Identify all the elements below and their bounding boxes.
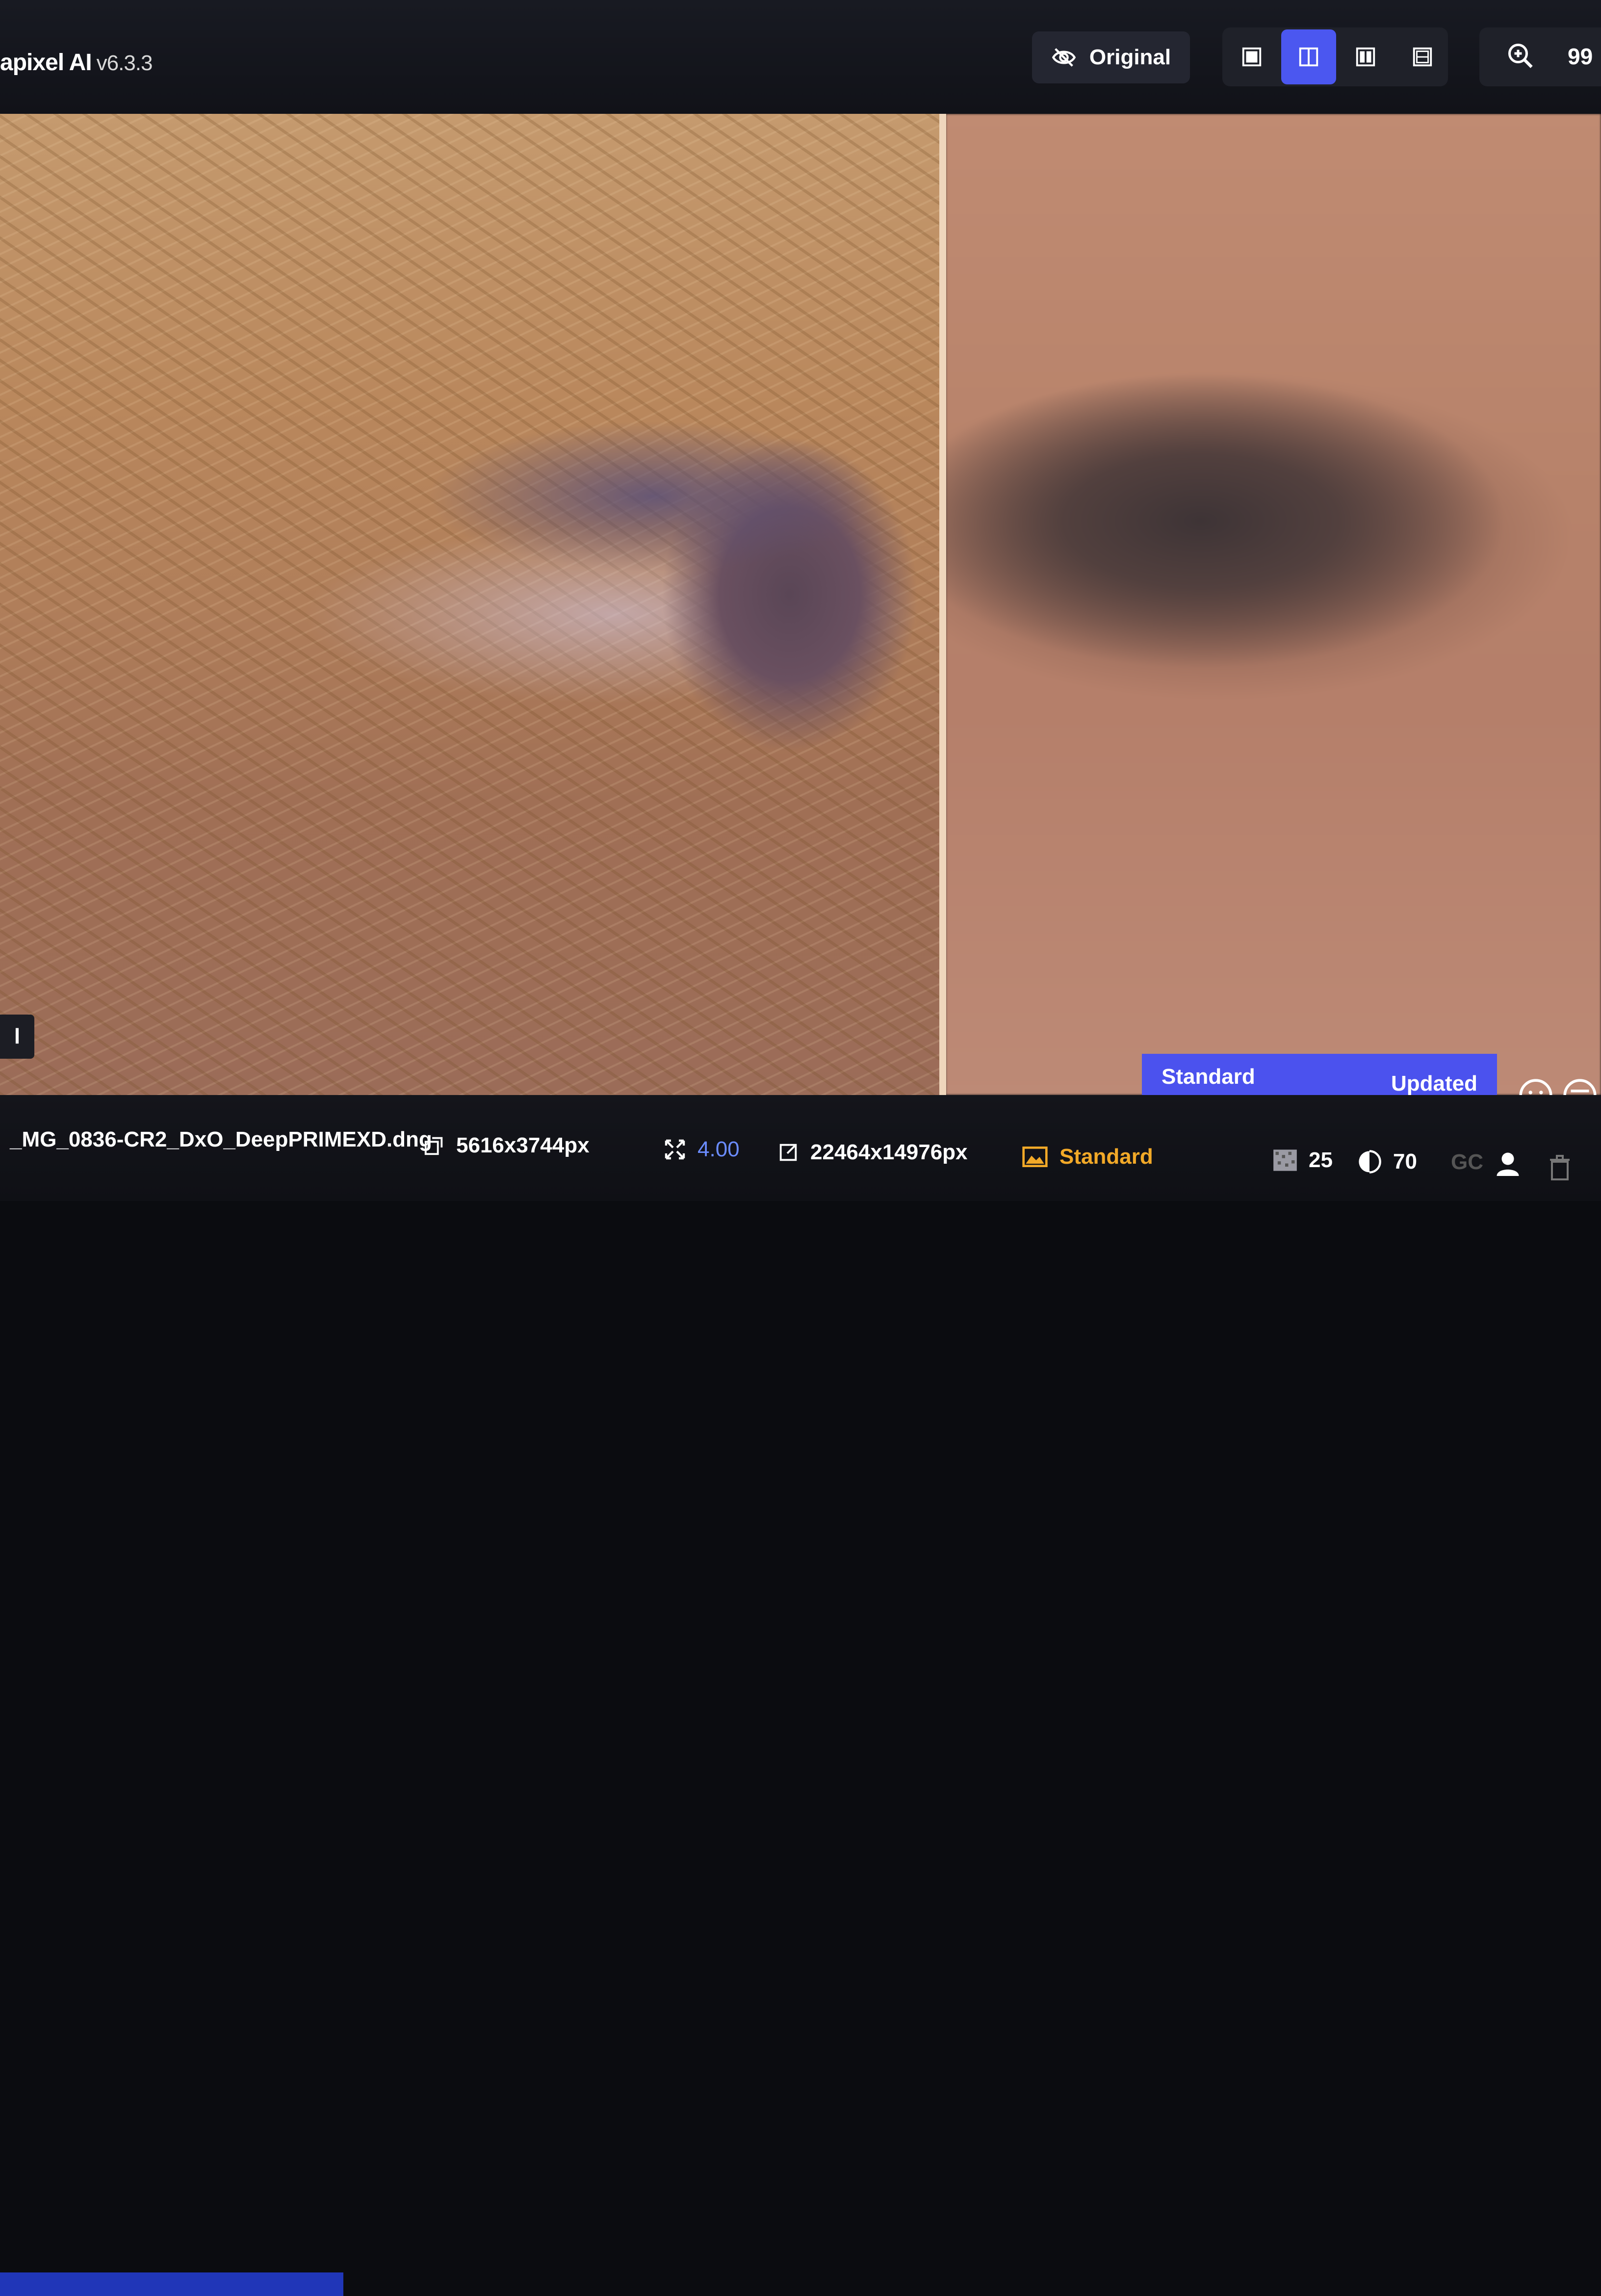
denoise-level[interactable]: 25 [1272,1148,1333,1173]
enhanced-preview-pane[interactable] [0,114,946,1095]
gc-indicator: GC [1451,1150,1483,1174]
view-mode-group [1222,27,1448,86]
export-icon [779,1144,797,1161]
eye-off-icon [1052,48,1076,67]
zoom-in-icon[interactable] [1506,41,1535,71]
file-name-text: _MG_0836-CR2_DxO_DeepPRIMEXD.dng [10,1127,432,1151]
face-person-icon[interactable] [1493,1149,1523,1178]
image-model-icon [1022,1147,1048,1167]
original-preview-pane[interactable] [946,114,1601,1095]
view-single-button[interactable] [1224,29,1279,84]
trash-icon[interactable] [1548,1155,1572,1180]
file-name: _MG_0836-CR2_DxO_DeepPRIMEXD.dng [10,1127,432,1152]
input-size-text: 5616x3744px [456,1133,590,1157]
view-side-by-side-button[interactable] [1281,29,1336,84]
denoise-value: 25 [1309,1148,1333,1172]
expand-icon [665,1139,685,1160]
app-title: apixel AI v6.3.3 [0,49,153,76]
side-by-side-icon [1299,47,1318,67]
model-selector[interactable]: Standard [1021,1144,1153,1170]
status-bar: _MG_0836-CR2_DxO_DeepPRIMEXD.dng 5616x37… [0,1095,1601,2296]
pane-label-text: l [14,1024,21,1048]
app-name: apixel AI [0,50,92,76]
original-label: Original [1089,45,1171,69]
sharpen-value: 70 [1393,1149,1417,1174]
compare-divider[interactable] [939,114,946,1095]
zoom-percentage[interactable]: 99 [1568,43,1593,70]
output-size: 22464x14976px [777,1140,968,1165]
sharpen-level[interactable]: 70 [1357,1149,1417,1174]
model-name: Standard [1059,1145,1153,1169]
noise-icon [1273,1149,1297,1171]
sharpen-icon [1359,1150,1381,1174]
original-toggle-button[interactable]: Original [1032,31,1190,83]
app-version: v6.3.3 [96,51,153,75]
input-size: 5616x3744px [423,1133,590,1158]
resize-icon [424,1137,443,1155]
grid-view-icon [1413,47,1432,67]
gc-text: GC [1451,1150,1483,1174]
view-split-button[interactable] [1338,29,1393,84]
scale-factor[interactable]: 4.00 [663,1137,740,1162]
top-toolbar: apixel AI v6.3.3 Original 99 [0,0,1601,114]
single-view-icon [1242,47,1262,67]
output-size-text: 22464x14976px [810,1140,968,1164]
model-right-label: Updated [1391,1071,1477,1096]
taskbar-strip [0,2272,343,2296]
pane-label-tab: l [0,1015,34,1059]
preview-viewport[interactable]: l [0,114,1601,1095]
zoom-control: 99 [1479,27,1601,86]
scale-value: 4.00 [697,1137,740,1161]
split-view-icon [1356,47,1375,67]
model-left-label: Standard [1162,1065,1255,1089]
view-grid-button[interactable] [1395,29,1450,84]
